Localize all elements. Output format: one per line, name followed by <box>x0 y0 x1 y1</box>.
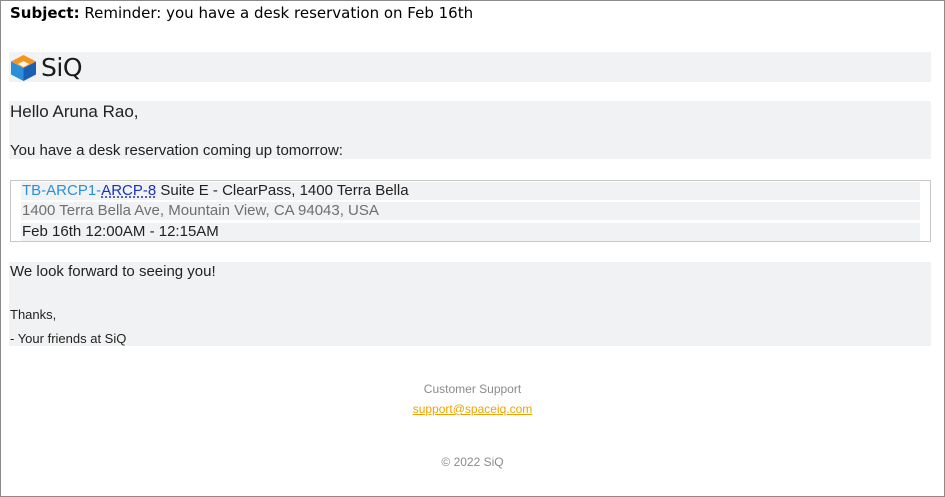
signature-text: - Your friends at SiQ <box>10 331 127 346</box>
reservation-address: 1400 Terra Bella Ave, Mountain View, CA … <box>21 202 920 220</box>
siq-logo: SiQ <box>10 53 83 82</box>
greeting-section: Hello Aruna Rao, You have a desk reserva… <box>9 101 931 159</box>
reservation-time: Feb 16th 12:00AM - 12:15AM <box>21 223 920 241</box>
greeting: Hello Aruna Rao, <box>10 102 139 121</box>
support-email-link[interactable]: support@spaceiq.com <box>413 402 533 416</box>
intro-text: You have a desk reservation coming up to… <box>10 142 343 159</box>
thanks-text: Thanks, <box>10 307 57 322</box>
email-window: Subject: Reminder: you have a desk reser… <box>0 0 945 497</box>
copyright: © 2022 SiQ <box>441 455 504 469</box>
subject-text: Reminder: you have a desk reservation on… <box>84 4 474 22</box>
reservation-card: TB-ARCP1-ARCP-8 Suite E - ClearPass, 140… <box>10 180 931 242</box>
closing-section: We look forward to seeing you! Thanks, -… <box>9 262 931 346</box>
reservation-desk-line: TB-ARCP1-ARCP-8 Suite E - ClearPass, 140… <box>21 182 920 200</box>
support-email-row: support@spaceiq.com <box>1 402 944 416</box>
desk-link[interactable]: ARCP-8 <box>101 182 156 199</box>
desk-prefix: TB-ARCP1- <box>22 182 102 199</box>
logo-header: SiQ <box>9 52 931 82</box>
support-label: Customer Support <box>423 382 522 396</box>
desk-location: Suite E - ClearPass, 1400 Terra Bella <box>156 182 409 199</box>
look-forward-text: We look forward to seeing you! <box>10 263 216 280</box>
siq-cube-icon <box>11 54 36 81</box>
subject-label: Subject: <box>10 4 80 22</box>
email-subject: Subject: Reminder: you have a desk reser… <box>10 4 473 22</box>
brand-name: SiQ <box>41 53 83 82</box>
